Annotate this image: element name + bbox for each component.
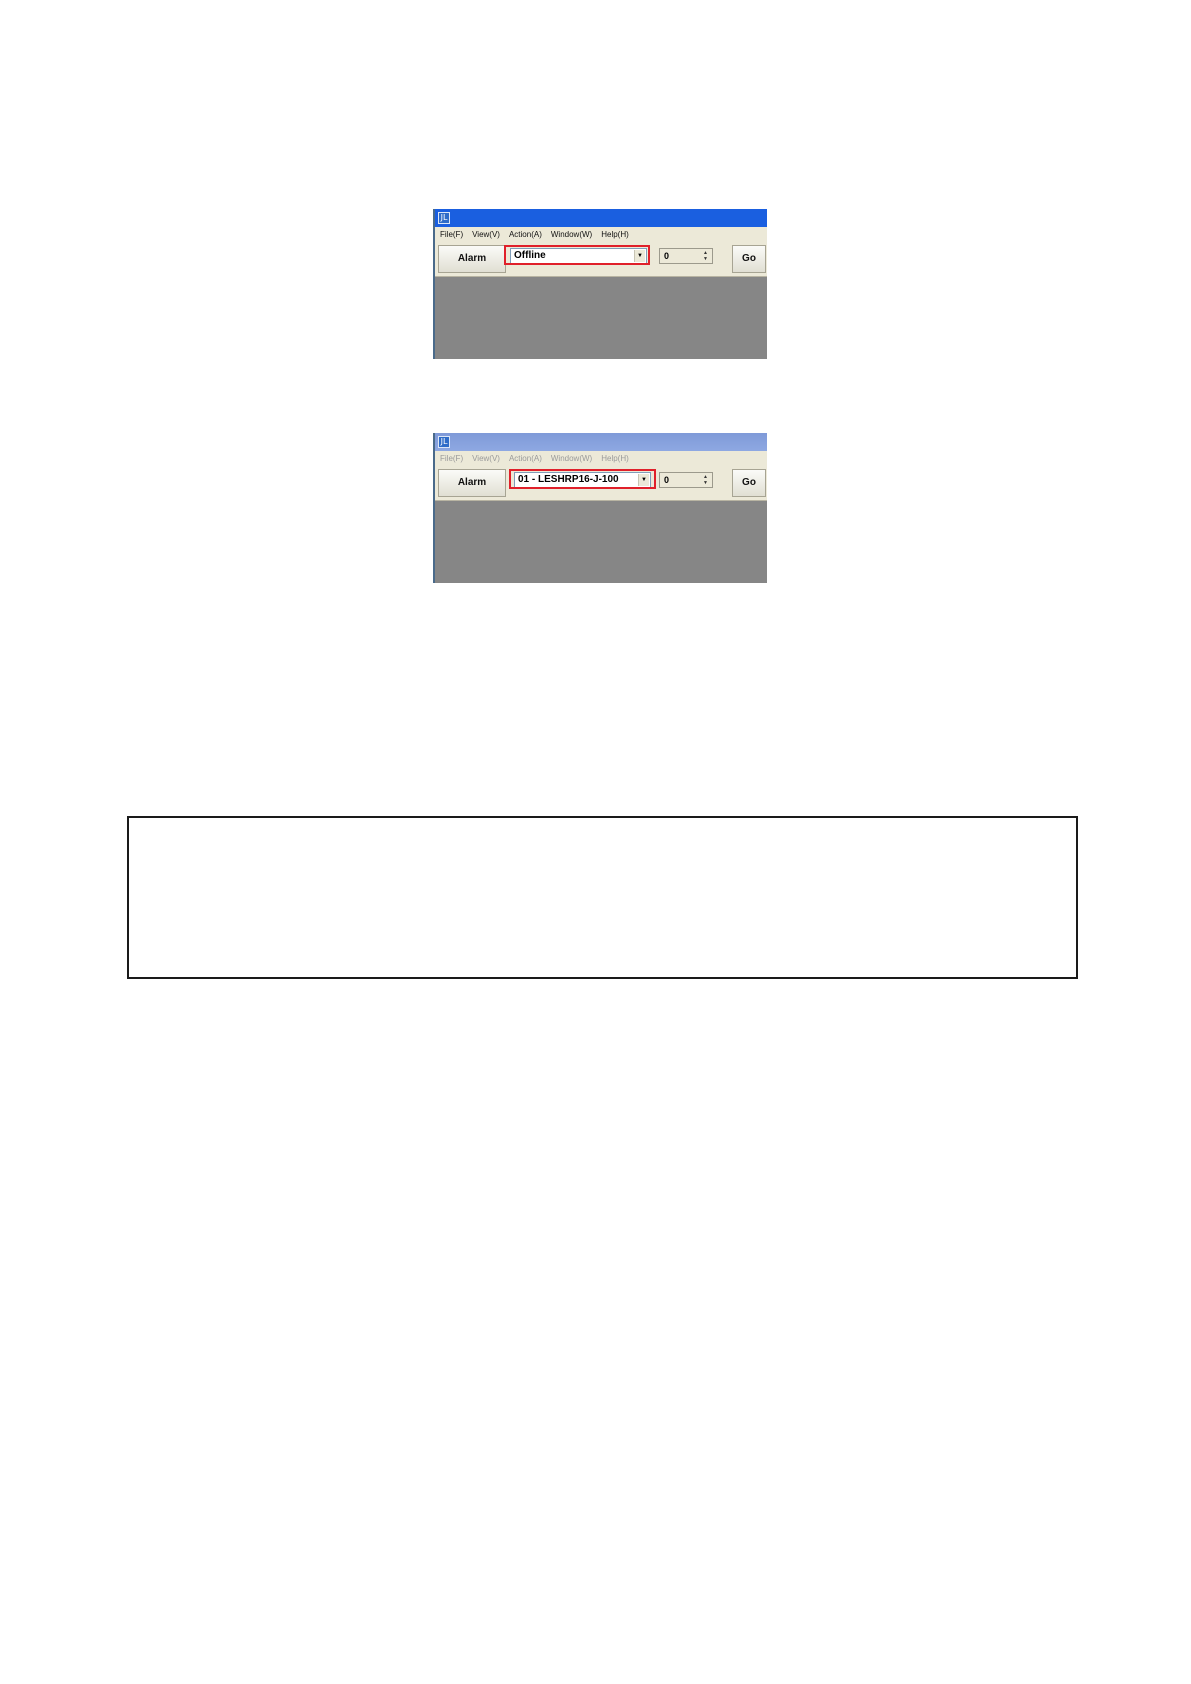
alarm-button[interactable]: Alarm bbox=[438, 245, 506, 273]
spin-down-icon[interactable]: ▼ bbox=[701, 480, 710, 486]
menu-file[interactable]: File(F) bbox=[440, 230, 463, 239]
menu-help[interactable]: Help(H) bbox=[601, 230, 629, 239]
app-icon: JL bbox=[438, 212, 450, 224]
menu-window[interactable]: Window(W) bbox=[551, 230, 592, 239]
axis-number-spinner[interactable]: 0 ▲ ▼ bbox=[659, 472, 713, 488]
app-window-offline: JL File(F) View(V) Action(A) Window(W) H… bbox=[433, 209, 767, 359]
title-bar[interactable]: JL bbox=[435, 433, 767, 451]
menu-view[interactable]: View(V) bbox=[472, 454, 500, 463]
chevron-down-icon[interactable]: ▼ bbox=[634, 250, 645, 262]
menu-window[interactable]: Window(W) bbox=[551, 454, 592, 463]
toolbar: Alarm 01 - LESHRP16-J-100 ▼ 0 ▲ ▼ Go bbox=[435, 466, 767, 501]
menu-file[interactable]: File(F) bbox=[440, 454, 463, 463]
menu-bar: File(F) View(V) Action(A) Window(W) Help… bbox=[435, 227, 767, 242]
client-area bbox=[435, 501, 767, 583]
note-frame-box bbox=[127, 816, 1078, 979]
axis-number-spinner[interactable]: 0 ▲ ▼ bbox=[659, 248, 713, 264]
client-area bbox=[435, 277, 767, 359]
chevron-down-icon[interactable]: ▼ bbox=[638, 474, 649, 486]
controller-select[interactable]: 01 - LESHRP16-J-100 ▼ bbox=[514, 472, 651, 488]
menu-bar: File(F) View(V) Action(A) Window(W) Help… bbox=[435, 451, 767, 466]
spin-down-icon[interactable]: ▼ bbox=[701, 256, 710, 262]
menu-action[interactable]: Action(A) bbox=[509, 230, 542, 239]
spinner-value: 0 bbox=[664, 475, 670, 485]
menu-help[interactable]: Help(H) bbox=[601, 454, 629, 463]
menu-view[interactable]: View(V) bbox=[472, 230, 500, 239]
spinner-value: 0 bbox=[664, 251, 670, 261]
menu-action[interactable]: Action(A) bbox=[509, 454, 542, 463]
go-button[interactable]: Go bbox=[732, 245, 766, 273]
alarm-button[interactable]: Alarm bbox=[438, 469, 506, 497]
controller-select-value: 01 - LESHRP16-J-100 bbox=[518, 474, 619, 485]
toolbar: Alarm Offline ▼ 0 ▲ ▼ Go bbox=[435, 242, 767, 277]
controller-select[interactable]: Offline ▼ bbox=[510, 248, 647, 264]
app-icon: JL bbox=[438, 436, 450, 448]
controller-select-value: Offline bbox=[514, 250, 546, 261]
title-bar[interactable]: JL bbox=[435, 209, 767, 227]
go-button[interactable]: Go bbox=[732, 469, 766, 497]
app-window-connected: JL File(F) View(V) Action(A) Window(W) H… bbox=[433, 433, 767, 583]
